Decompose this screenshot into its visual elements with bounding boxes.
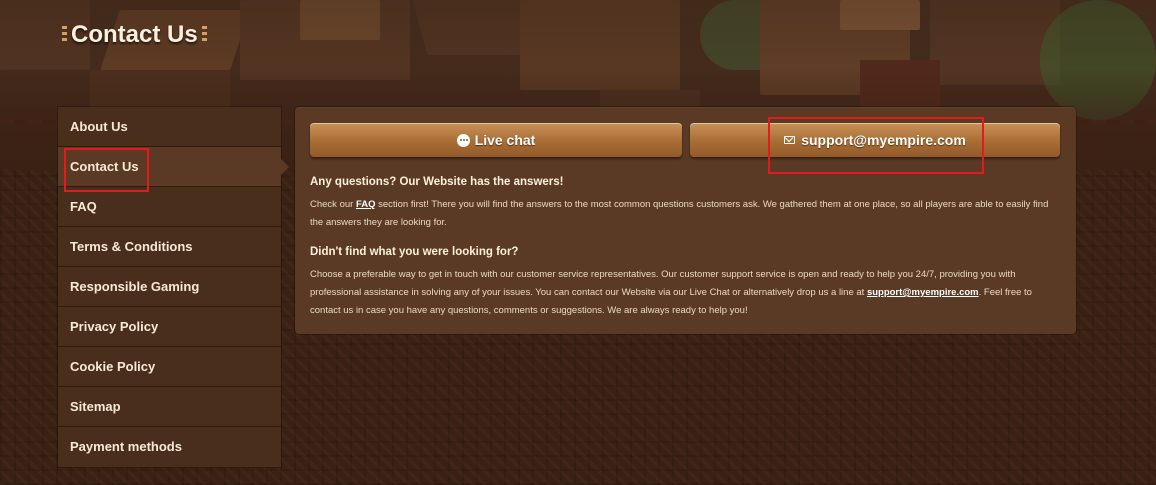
email-support-button[interactable]: support@myempire.com [690, 123, 1060, 157]
sidebar-item-faq[interactable]: FAQ [58, 187, 281, 227]
sidebar-item-terms-conditions[interactable]: Terms & Conditions [58, 227, 281, 267]
sidebar-nav: About Us Contact Us FAQ Terms & Conditio… [58, 107, 289, 467]
title-ornament-left-icon [62, 26, 67, 44]
contact-section-heading: Didn't find what you were looking for? [310, 246, 519, 258]
live-chat-button[interactable]: Live chat [310, 123, 682, 157]
faq-text-post: section first! There you will find the a… [310, 199, 1049, 228]
sidebar-item-responsible-gaming[interactable]: Responsible Gaming [58, 267, 281, 307]
faq-text-pre: Check our [310, 199, 356, 210]
faq-section-heading: Any questions? Our Website has the answe… [310, 176, 564, 188]
support-email-link[interactable]: support@myempire.com [867, 287, 979, 298]
faq-link[interactable]: FAQ [356, 199, 376, 210]
sidebar-item-privacy-policy[interactable]: Privacy Policy [58, 307, 281, 347]
envelope-icon [784, 136, 796, 144]
sidebar-item-contact-us[interactable]: Contact Us [58, 147, 289, 187]
faq-section-text: Check our FAQ section first! There you w… [310, 196, 1060, 232]
page-title-text: Contact Us [71, 21, 198, 48]
contact-panel: Live chat support@myempire.com Any quest… [295, 107, 1076, 334]
sidebar-item-about-us[interactable]: About Us [58, 107, 281, 147]
sidebar-item-sitemap[interactable]: Sitemap [58, 387, 281, 427]
page-title: Contact Us [58, 18, 211, 52]
email-support-label: support@myempire.com [801, 132, 966, 148]
sidebar-item-payment-methods[interactable]: Payment methods [58, 427, 281, 467]
live-chat-label: Live chat [474, 132, 536, 148]
chat-bubble-icon [456, 133, 470, 147]
contact-section-text: Choose a preferable way to get in touch … [310, 266, 1060, 320]
sidebar-item-cookie-policy[interactable]: Cookie Policy [58, 347, 281, 387]
title-ornament-right-icon [201, 26, 207, 44]
